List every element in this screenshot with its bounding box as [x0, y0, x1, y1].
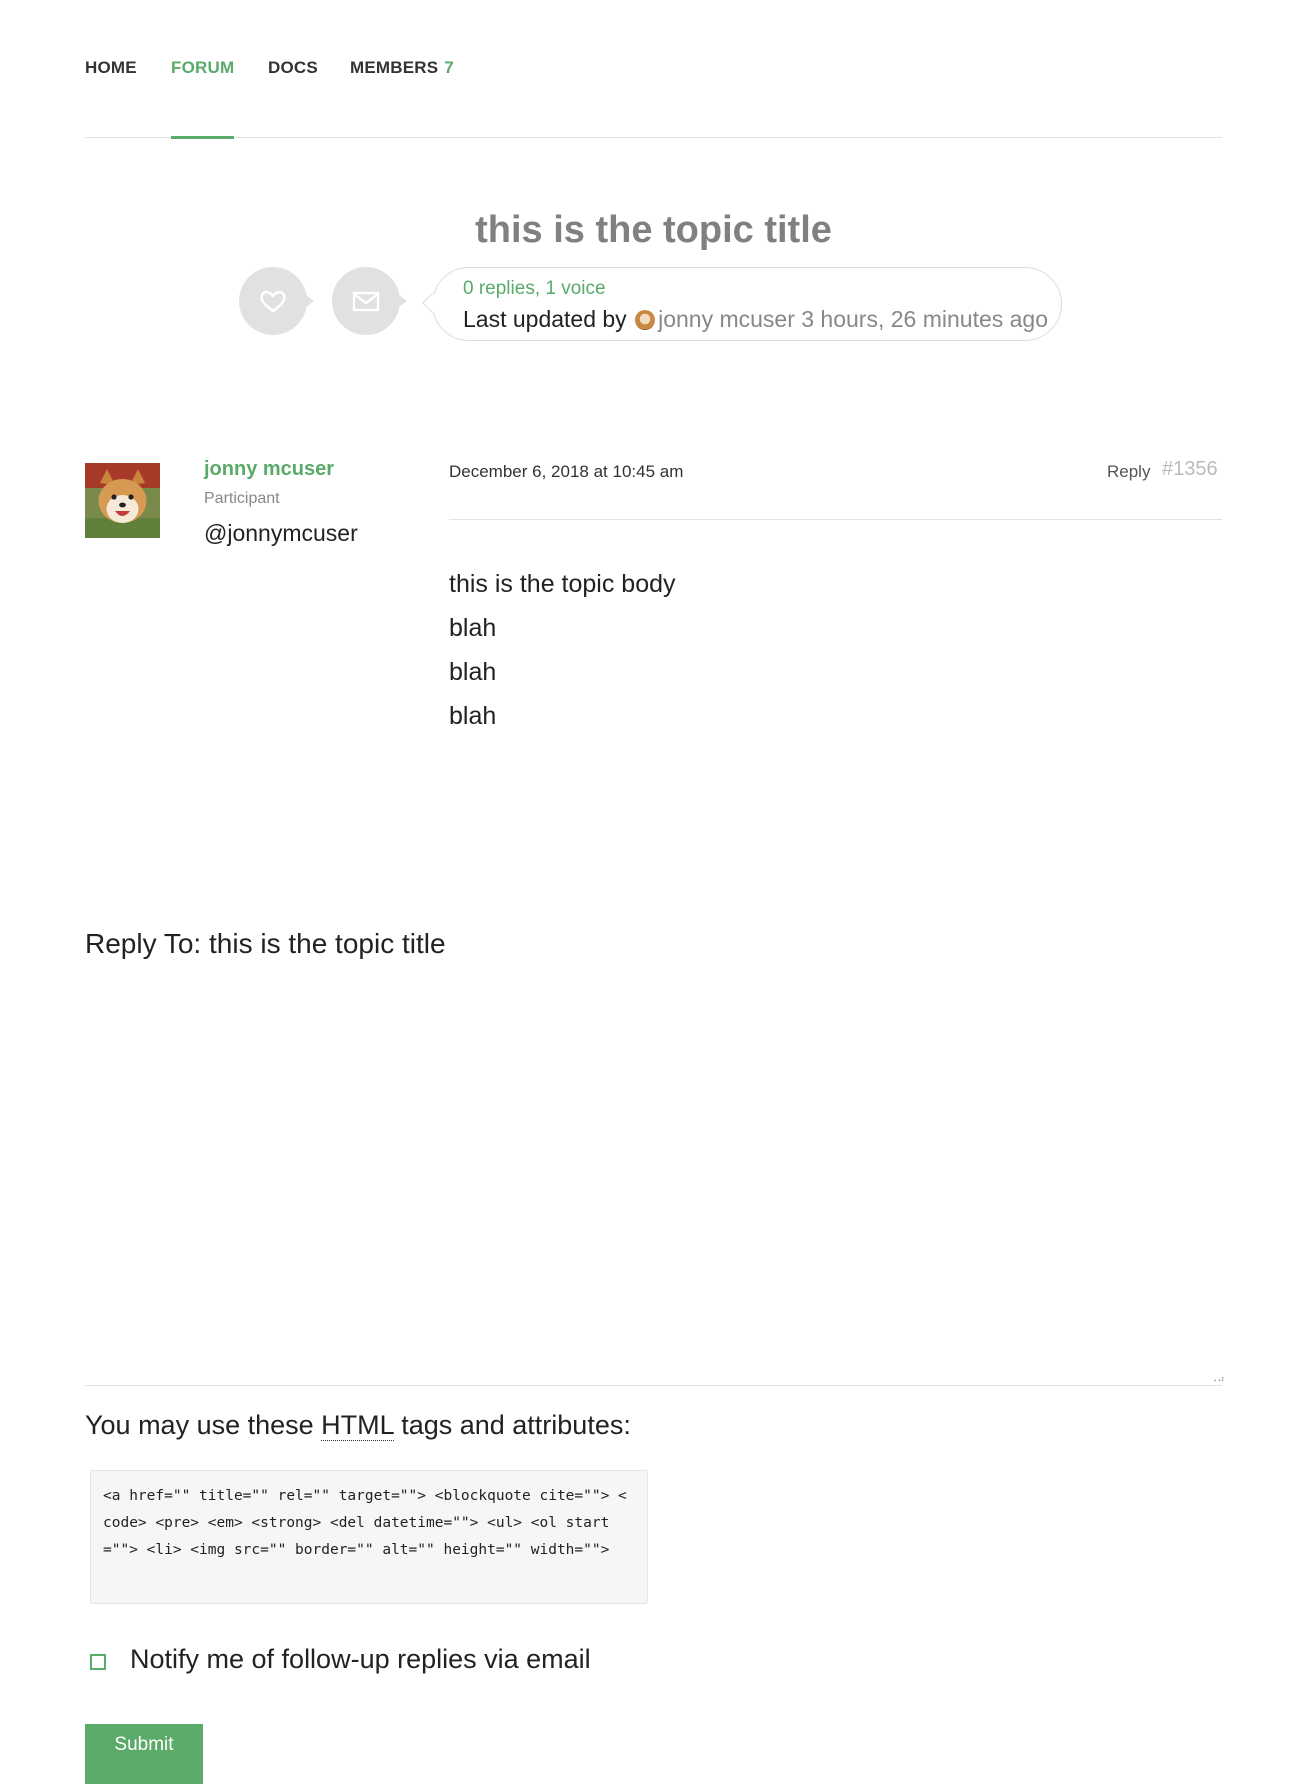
submit-button[interactable]: Submit	[85, 1724, 203, 1784]
last-updated-author[interactable]: jonny mcuser	[658, 306, 795, 332]
notify-label[interactable]: Notify me of follow-up replies via email	[130, 1644, 591, 1675]
resize-grip-icon[interactable]: ⠠⠴	[1210, 1375, 1225, 1385]
nav-item-members-label: MEMBERS	[350, 58, 439, 77]
members-count-badge: 7	[444, 58, 454, 77]
post-body-line: blah	[449, 614, 497, 642]
nav-item-members[interactable]: MEMBERS 7	[350, 58, 454, 137]
nav-item-home[interactable]: HOME	[85, 58, 137, 137]
author-role: Participant	[204, 490, 280, 507]
html-abbr: HTML	[321, 1410, 394, 1441]
allowed-prefix: You may use these	[85, 1410, 314, 1440]
heart-icon	[260, 290, 286, 313]
envelope-icon	[352, 291, 380, 312]
allowed-suffix: tags and attributes:	[401, 1410, 631, 1440]
post-body: this is the topic body blah blah blah	[449, 562, 676, 738]
last-updated-prefix: Last updated by	[463, 306, 627, 332]
topic-stats: 0 replies, 1 voice	[463, 278, 606, 299]
post-permalink[interactable]: #1356	[1162, 458, 1218, 481]
post-divider	[449, 519, 1222, 520]
nav-item-forum[interactable]: FORUM	[171, 58, 235, 139]
shiba-avatar-image	[85, 463, 160, 538]
favorite-button[interactable]	[239, 267, 314, 335]
nav-item-docs[interactable]: DOCS	[268, 58, 318, 137]
allowed-tags-label: You may use these HTML tags and attribut…	[85, 1410, 631, 1441]
post-body-line: blah	[449, 658, 497, 686]
notify-checkbox[interactable]	[90, 1654, 106, 1670]
post-body-line: blah	[449, 702, 497, 730]
last-updated-time[interactable]: 3 hours, 26 minutes ago	[801, 306, 1048, 332]
author-handle: @jonnymcuser	[204, 520, 358, 546]
topic-meta-bubble: 0 replies, 1 voice Last updated by jonny…	[432, 267, 1062, 341]
topic-title: this is the topic title	[475, 209, 832, 251]
post-date: December 6, 2018 at 10:45 am	[449, 462, 684, 481]
reply-textarea[interactable]	[85, 990, 1222, 1386]
topic-last-updated: Last updated by jonny mcuser 3 hours, 26…	[463, 302, 1048, 336]
allowed-tags-code: <a href="" title="" rel="" target=""> <b…	[90, 1470, 648, 1604]
primary-nav: HOME FORUM DOCS MEMBERS 7	[85, 0, 1222, 139]
author-name-link[interactable]: jonny mcuser	[204, 458, 334, 481]
post-body-line: this is the topic body	[449, 570, 676, 598]
subscribe-button[interactable]	[332, 267, 407, 335]
small-avatar[interactable]	[635, 310, 656, 330]
reply-link[interactable]: Reply	[1107, 462, 1150, 482]
reply-form-heading: Reply To: this is the topic title	[85, 928, 446, 959]
author-avatar[interactable]	[85, 463, 160, 538]
